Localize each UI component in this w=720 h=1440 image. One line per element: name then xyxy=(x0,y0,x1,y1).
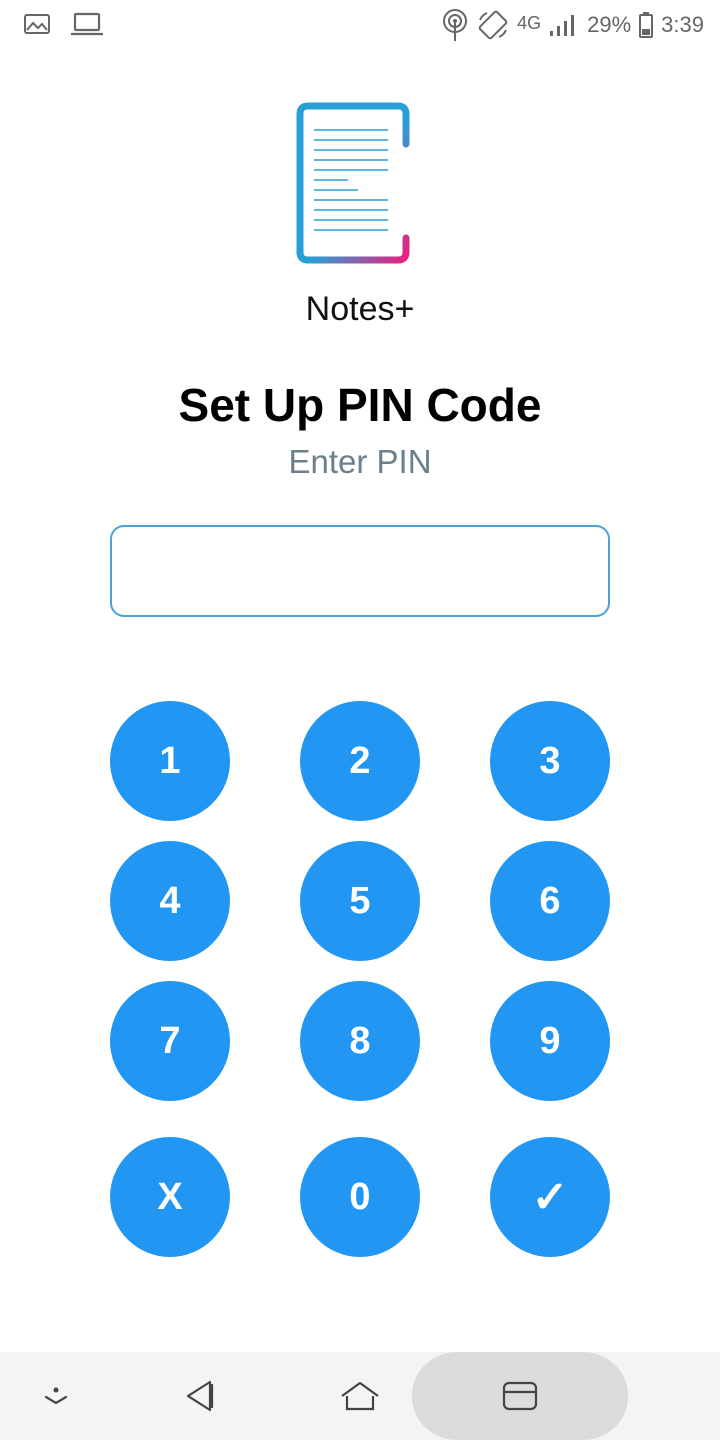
key-3[interactable]: 3 xyxy=(490,701,610,821)
clear-button[interactable]: X xyxy=(110,1137,230,1257)
battery-percent: 29% xyxy=(587,12,632,37)
pin-input[interactable] xyxy=(110,525,610,617)
notes-plus-logo-icon xyxy=(292,100,456,270)
recents-icon[interactable] xyxy=(480,1352,560,1440)
key-6[interactable]: 6 xyxy=(490,841,610,961)
confirm-button[interactable]: ✓ xyxy=(490,1137,610,1257)
status-right: 4G 29% 3:39 xyxy=(441,8,704,42)
battery-icon xyxy=(639,12,654,38)
home-icon[interactable] xyxy=(320,1352,400,1440)
image-icon xyxy=(24,13,50,35)
key-7[interactable]: 7 xyxy=(110,981,230,1101)
status-left xyxy=(24,12,104,36)
app-name: Notes+ xyxy=(305,290,415,328)
key-5[interactable]: 5 xyxy=(300,841,420,961)
key-9[interactable]: 9 xyxy=(490,981,610,1101)
key-0[interactable]: 0 xyxy=(300,1137,420,1257)
page-subtitle: Enter PIN xyxy=(288,443,432,480)
rotate-icon xyxy=(477,10,509,40)
clock: 3:39 xyxy=(661,12,704,37)
key-8[interactable]: 8 xyxy=(300,981,420,1101)
page-title: Set Up PIN Code xyxy=(178,379,542,431)
back-icon[interactable] xyxy=(160,1352,240,1440)
navigation-bar xyxy=(0,1352,720,1440)
status-bar: 4G 29% 3:39 xyxy=(0,0,720,50)
laptop-icon xyxy=(70,12,104,36)
key-2[interactable]: 2 xyxy=(300,701,420,821)
signal-icon xyxy=(549,13,579,37)
key-4[interactable]: 4 xyxy=(110,841,230,961)
network-type: 4G xyxy=(517,12,542,33)
chevron-down-icon[interactable] xyxy=(20,1352,92,1440)
hotspot-icon xyxy=(441,8,469,42)
key-1[interactable]: 1 xyxy=(110,701,230,821)
